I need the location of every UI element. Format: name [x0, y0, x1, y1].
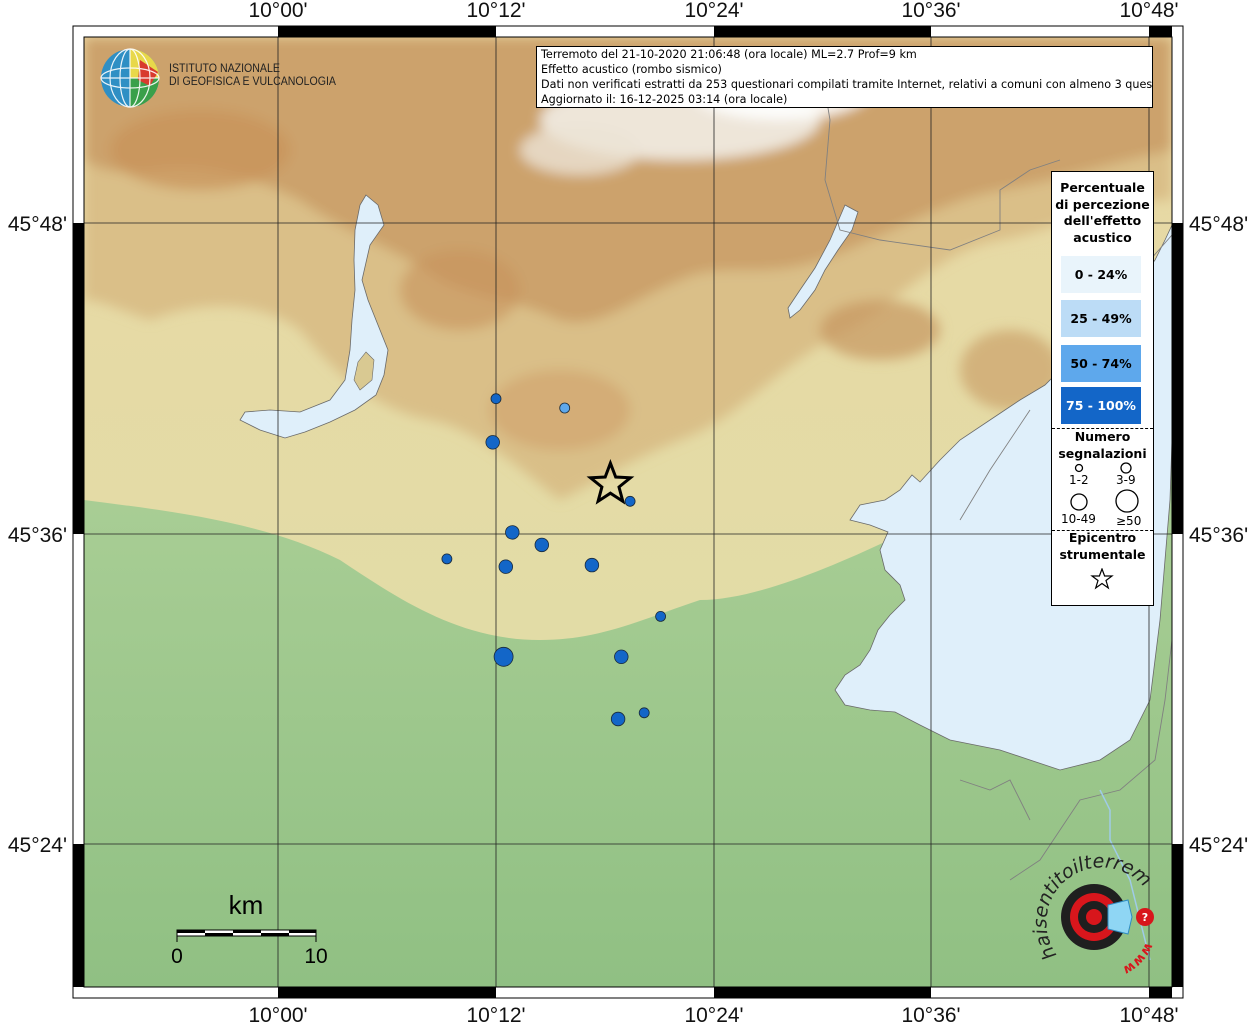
svg-text:45°36': 45°36' — [1189, 524, 1248, 547]
svg-text:10°48': 10°48' — [1119, 0, 1178, 22]
observation-point-1 — [559, 402, 571, 414]
observation-point-0 — [490, 393, 502, 405]
observation-point-7 — [441, 553, 453, 565]
svg-text:10°12': 10°12' — [466, 1004, 525, 1024]
svg-text:45°24': 45°24' — [8, 834, 67, 857]
legend-count-1: 1-2 — [1069, 473, 1089, 487]
legend: Percentuale di percezione dell'effetto a… — [1051, 171, 1154, 606]
svg-text:10°24': 10°24' — [684, 0, 743, 22]
legend-count-3: 10-49 — [1061, 512, 1096, 526]
observation-point-2 — [485, 435, 500, 450]
event-data-note: Dati non verificati estratti da 253 ques… — [541, 77, 1153, 91]
legend-count-4: ≥50 — [1116, 514, 1142, 528]
svg-text:10°36': 10°36' — [901, 0, 960, 22]
svg-text:10°00': 10°00' — [248, 1004, 307, 1024]
ingv-logo-text: ISTITUTO NAZIONALE DI GEOFISICA E VULCAN… — [169, 63, 336, 89]
svg-text:10°36': 10°36' — [901, 1004, 960, 1024]
observation-point-5 — [534, 537, 550, 553]
legend-class-3: 75 - 100% — [1061, 387, 1141, 424]
event-title: Terremoto del 21-10-2020 21:06:48 (ora l… — [541, 48, 917, 61]
observation-point-4 — [505, 525, 520, 540]
observation-point-10 — [493, 646, 514, 667]
legend-size-symbols — [1070, 462, 1139, 513]
legend-class-2: 50 - 74% — [1061, 345, 1141, 382]
observation-point-12 — [610, 711, 626, 727]
observation-point-9 — [655, 611, 666, 622]
legend-epicenter-title: Epicentro strumentale — [1059, 530, 1146, 562]
svg-text:45°36': 45°36' — [8, 524, 67, 547]
scale-unit: km — [229, 890, 264, 920]
event-info-box: Terremoto del 21-10-2020 21:06:48 (ora l… — [536, 46, 1153, 108]
event-updated: Aggiornato il: 16-12-2025 03:14 (ora loc… — [541, 92, 788, 106]
observation-point-6 — [498, 559, 514, 574]
scale-start: 0 — [171, 945, 183, 968]
scale-end: 10 — [304, 945, 327, 968]
lat-labels-left: 45°48' 45°36' 45°24' — [8, 213, 67, 857]
logo-line-1: ISTITUTO NAZIONALE — [169, 63, 280, 75]
svg-text:10°12': 10°12' — [466, 0, 525, 22]
legend-title: Percentuale di percezione dell'effetto a… — [1055, 180, 1150, 245]
lat-labels-right: 45°48' 45°36' 45°24' — [1189, 213, 1248, 857]
logo-line-2: DI GEOFISICA E VULCANOLOGIA — [169, 76, 336, 88]
svg-text:10°24': 10°24' — [684, 1004, 743, 1024]
svg-text:10°00': 10°00' — [248, 0, 307, 22]
observation-point-13 — [638, 707, 650, 719]
ingv-logo-icon — [100, 48, 160, 108]
svg-text:10°48': 10°48' — [1119, 1004, 1178, 1024]
legend-class-1: 25 - 49% — [1061, 300, 1141, 337]
lon-labels-bottom: 10°00' 10°12' 10°24' 10°36' 10°48' — [248, 1004, 1178, 1024]
lon-labels-top: 10°00' 10°12' 10°24' 10°36' 10°48' — [248, 0, 1178, 22]
observation-point-3 — [624, 495, 636, 507]
legend-count-2: 3-9 — [1116, 473, 1136, 487]
svg-text:45°48': 45°48' — [1189, 213, 1248, 236]
observation-point-8 — [584, 557, 600, 573]
observation-point-11 — [614, 649, 629, 665]
svg-text:?: ? — [1142, 911, 1148, 924]
legend-star-icon — [1090, 568, 1114, 590]
svg-text:45°24': 45°24' — [1189, 834, 1248, 857]
event-effect: Effetto acustico (rombo sismico) — [541, 62, 722, 76]
svg-text:45°48': 45°48' — [8, 213, 67, 236]
legend-class-0: 0 - 24% — [1061, 256, 1141, 293]
